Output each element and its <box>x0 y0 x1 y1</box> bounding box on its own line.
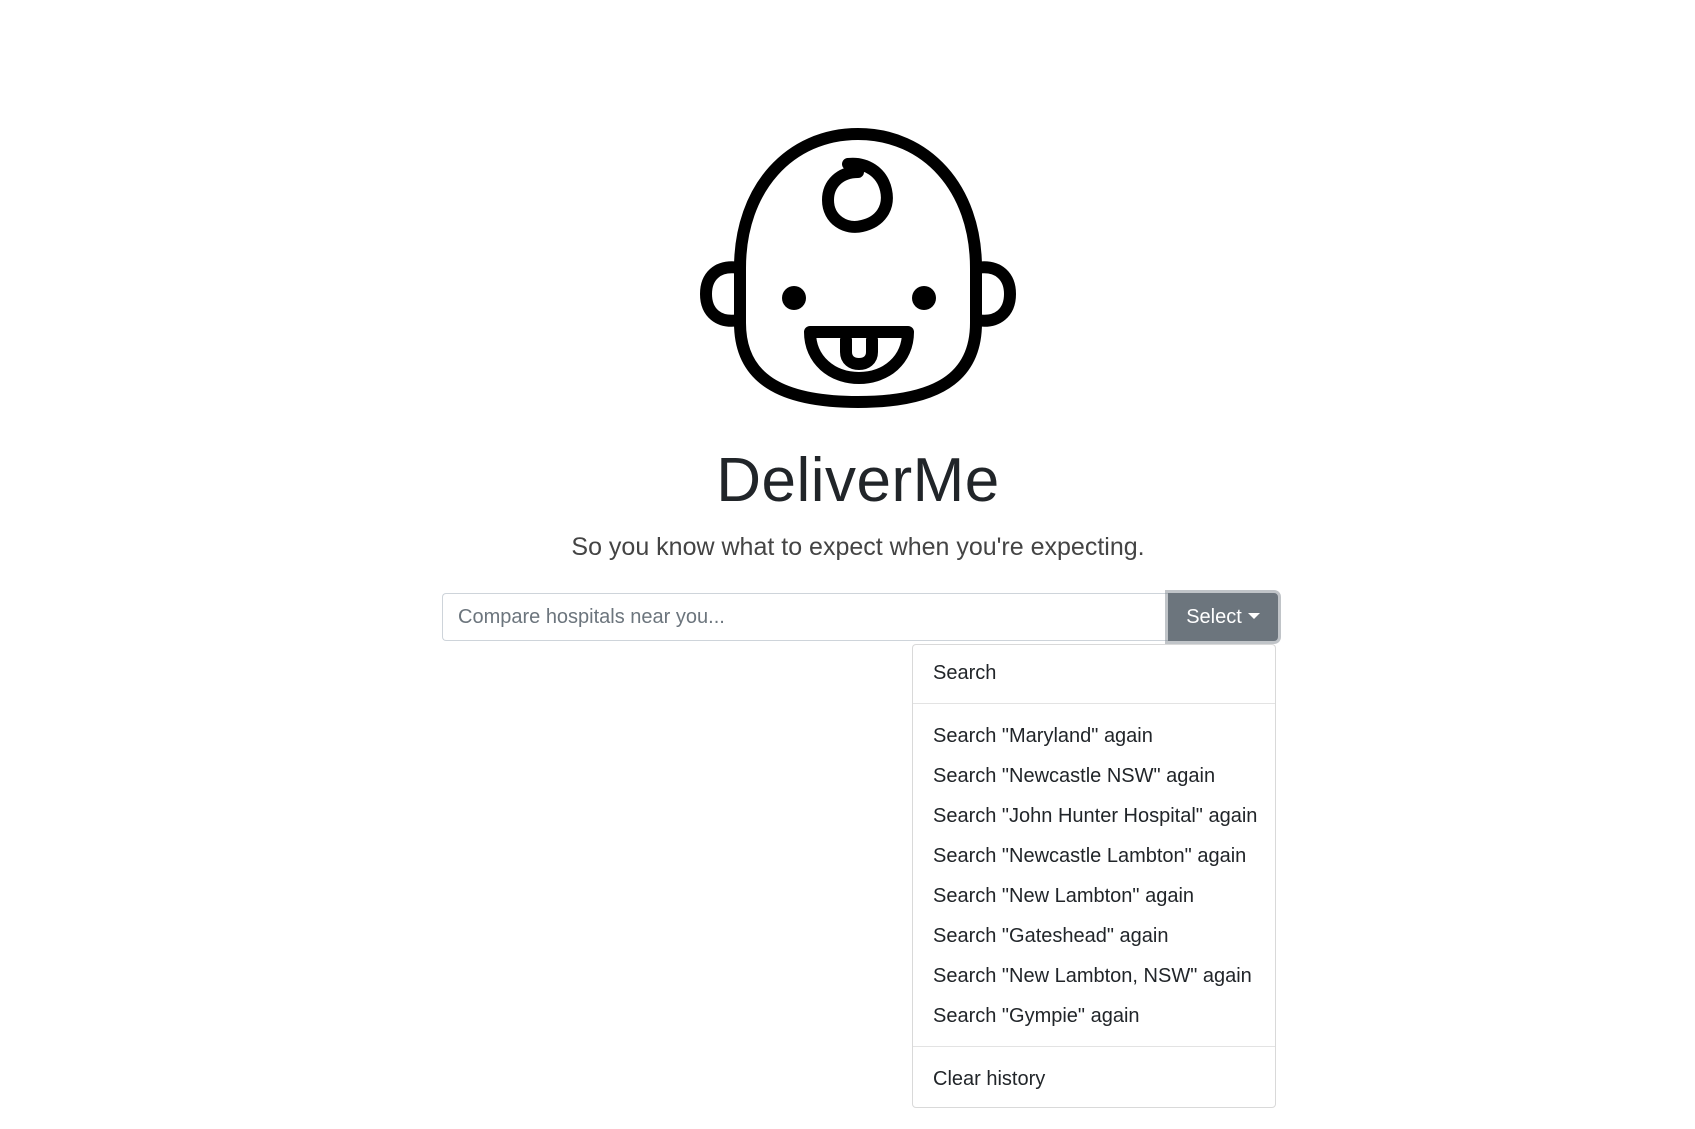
history-item[interactable]: Search "New Lambton" again <box>913 876 1275 916</box>
logo <box>700 128 1016 410</box>
history-item[interactable]: Search "Newcastle NSW" again <box>913 756 1275 796</box>
dropdown-item-search[interactable]: Search <box>913 653 1275 693</box>
history-item[interactable]: Search "Gateshead" again <box>913 916 1275 956</box>
history-item[interactable]: Search "New Lambton, NSW" again <box>913 956 1275 996</box>
select-button-label: Select <box>1186 605 1242 628</box>
caret-down-icon <box>1247 613 1260 619</box>
select-dropdown-button[interactable]: Select <box>1168 593 1278 641</box>
history-item[interactable]: Search "Maryland" again <box>913 716 1275 756</box>
page-title: DeliverMe <box>716 446 1000 515</box>
history-item[interactable]: Search "John Hunter Hospital" again <box>913 796 1275 836</box>
page: DeliverMe So you know what to expect whe… <box>0 0 1695 1129</box>
dropdown-divider <box>913 1046 1275 1047</box>
baby-face-icon <box>700 128 1016 408</box>
history-item[interactable]: Search "Gympie" again <box>913 996 1275 1036</box>
search-input[interactable] <box>442 593 1168 641</box>
dropdown-menu: Search Search "Maryland" again Search "N… <box>912 644 1276 1108</box>
history-item[interactable]: Search "Newcastle Lambton" again <box>913 836 1275 876</box>
dropdown-divider <box>913 703 1275 704</box>
search-bar: Select <box>442 593 1278 641</box>
page-subtitle: So you know what to expect when you're e… <box>571 533 1145 561</box>
clear-history-item[interactable]: Clear history <box>913 1059 1275 1099</box>
